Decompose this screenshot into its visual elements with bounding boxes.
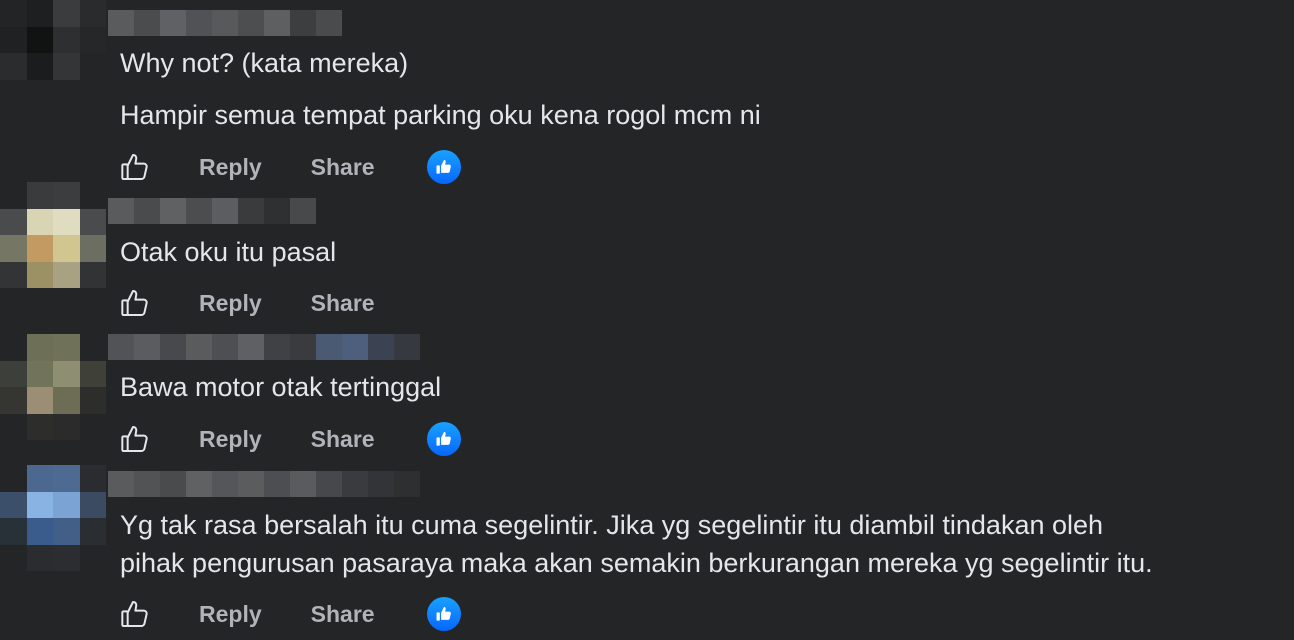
thumbs-up-outline-icon bbox=[121, 154, 148, 180]
share-button[interactable]: Share bbox=[311, 154, 375, 181]
comment-actions: Reply Share bbox=[118, 283, 375, 323]
avatar[interactable] bbox=[0, 182, 106, 288]
comment-feed: Why not? (kata mereka) Hampir semua temp… bbox=[0, 0, 1294, 640]
author-name[interactable] bbox=[108, 198, 316, 224]
author-name[interactable] bbox=[108, 10, 342, 36]
like-button[interactable] bbox=[118, 286, 152, 320]
comment-text-line: Yg tak rasa bersalah itu cuma segelintir… bbox=[120, 510, 1104, 540]
comment-text-line: Why not? (kata mereka) bbox=[120, 48, 409, 78]
share-button[interactable]: Share bbox=[311, 601, 375, 628]
comment-text-line: pihak pengurusan pasaraya maka akan sema… bbox=[120, 548, 1153, 578]
reply-button[interactable]: Reply bbox=[199, 601, 262, 628]
thumbs-up-outline-icon bbox=[121, 426, 148, 452]
thumbs-up-outline-icon bbox=[121, 601, 148, 627]
comment-actions: Reply Share bbox=[118, 419, 461, 459]
comment-text-line: Hampir semua tempat parking oku kena rog… bbox=[120, 100, 761, 130]
share-button[interactable]: Share bbox=[311, 290, 375, 317]
like-button[interactable] bbox=[118, 150, 152, 184]
comment-actions: Reply Share bbox=[118, 594, 461, 634]
share-button[interactable]: Share bbox=[311, 426, 375, 453]
reply-button[interactable]: Reply bbox=[199, 426, 262, 453]
like-reaction-icon[interactable] bbox=[426, 150, 461, 184]
author-name[interactable] bbox=[108, 334, 420, 360]
thumbs-up-outline-icon bbox=[121, 290, 148, 316]
like-button[interactable] bbox=[118, 422, 152, 456]
avatar[interactable] bbox=[0, 0, 106, 104]
comment-actions: Reply Share bbox=[118, 147, 461, 187]
avatar[interactable] bbox=[0, 465, 106, 571]
like-reaction-icon[interactable] bbox=[426, 422, 461, 456]
comment-text-line: Otak oku itu pasal bbox=[120, 237, 337, 267]
like-button[interactable] bbox=[118, 597, 152, 631]
like-reaction-icon[interactable] bbox=[426, 597, 461, 631]
author-name[interactable] bbox=[108, 471, 420, 497]
reply-button[interactable]: Reply bbox=[199, 154, 262, 181]
comment-text-line: Bawa motor otak tertinggal bbox=[120, 372, 442, 402]
reply-button[interactable]: Reply bbox=[199, 290, 262, 317]
avatar[interactable] bbox=[0, 334, 106, 440]
